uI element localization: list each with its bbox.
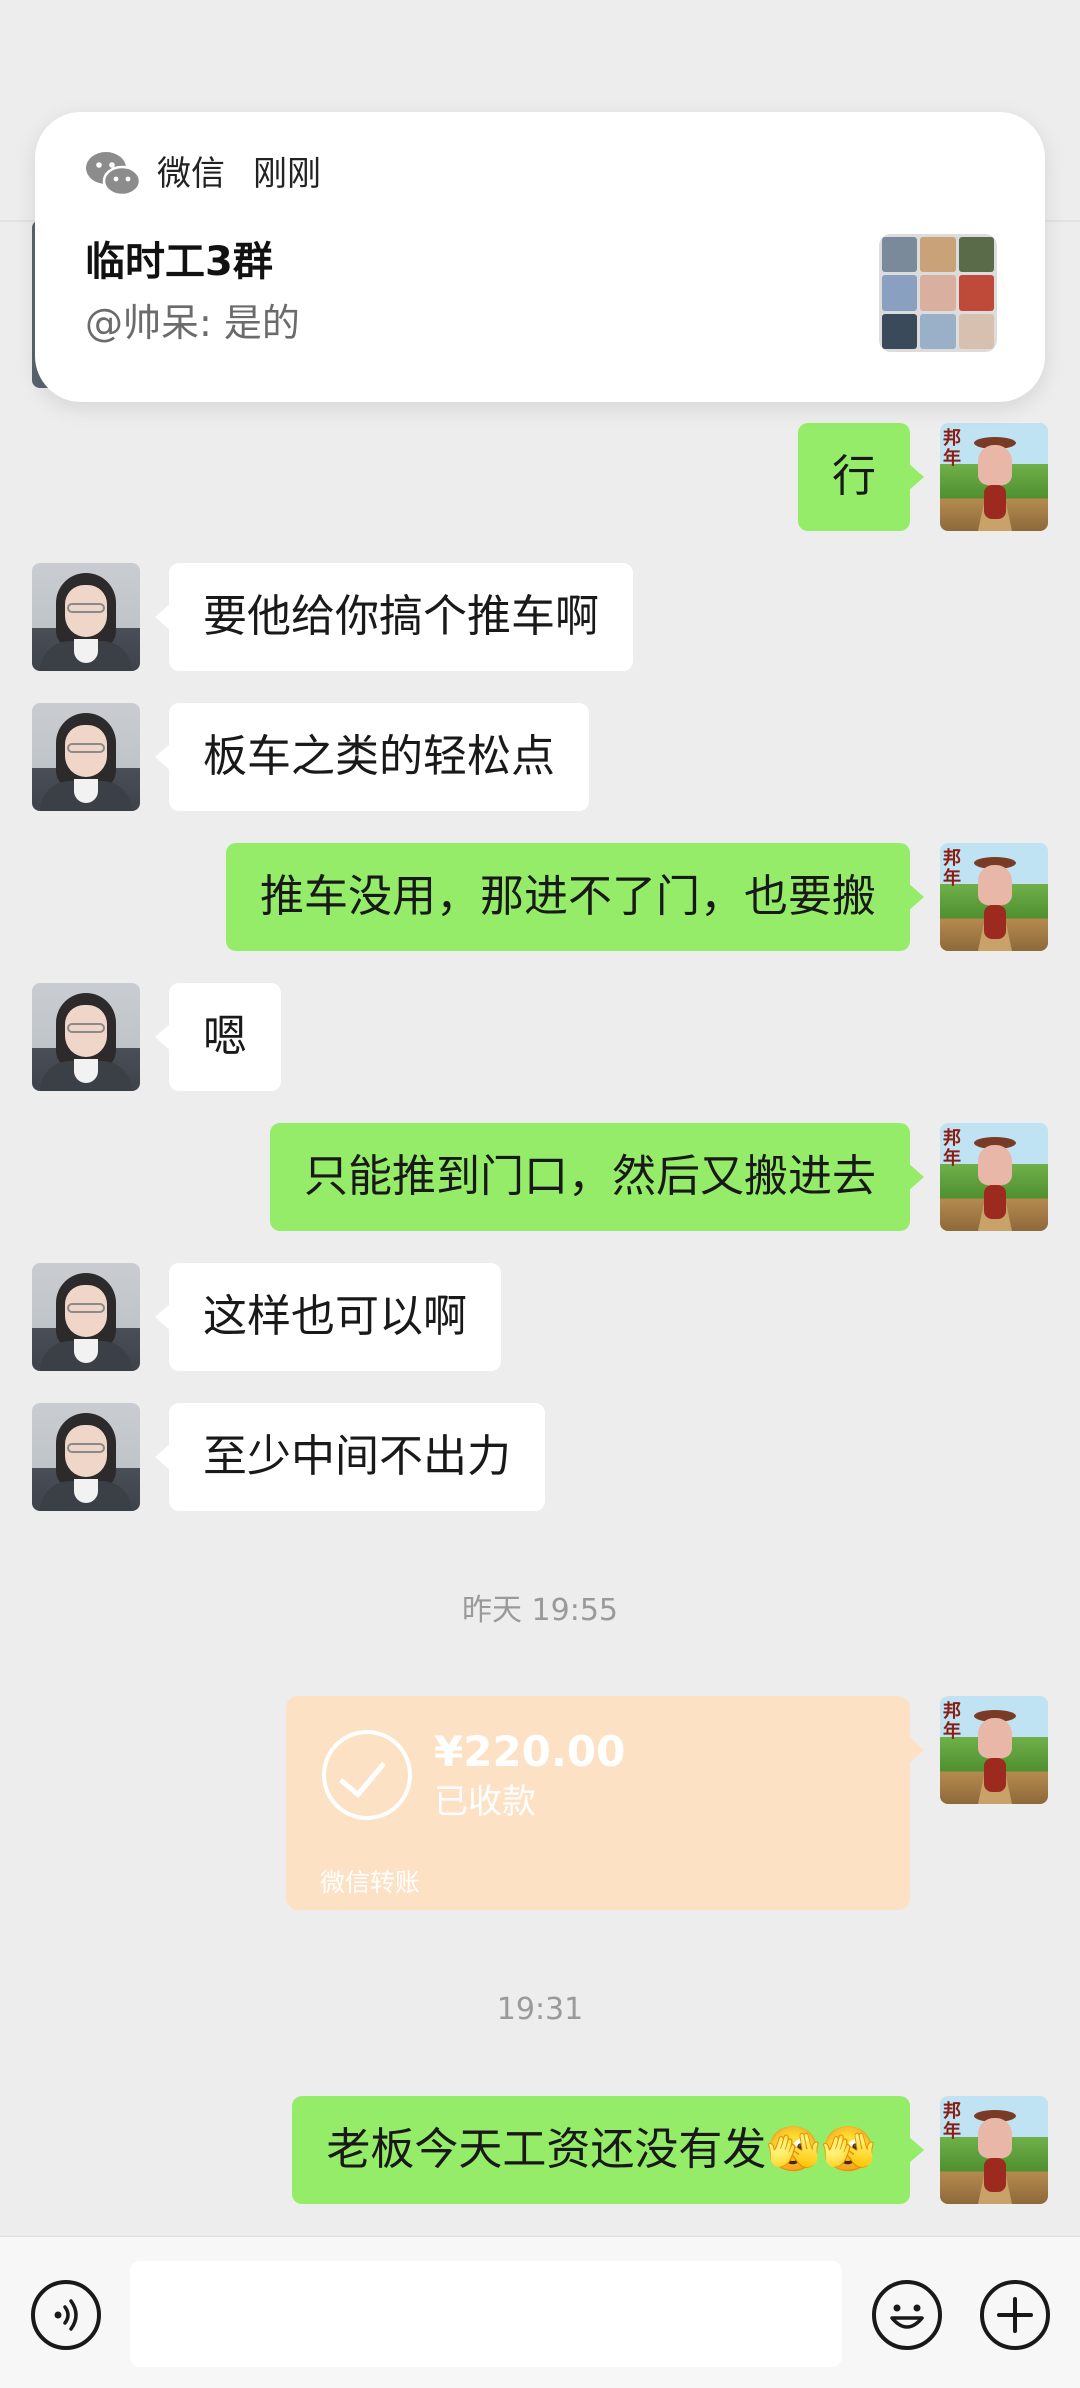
avatar[interactable] [32, 1403, 140, 1511]
message-bubble-received[interactable]: 板车之类的轻松点 [155, 703, 589, 811]
message-bubble-received[interactable]: 要他给你搞个推车啊 [155, 563, 633, 671]
notification-title: 临时工3群 [85, 239, 273, 285]
message-row: 只能推到门口，然后又搬进去 邦年 [0, 1123, 1080, 1231]
message-row: 行 邦年 [0, 423, 1080, 531]
notification-banner[interactable]: 微信 刚刚 临时工3群 @帅呆: 是的 [35, 112, 1045, 402]
avatar-badge-text: 邦年 [943, 2101, 961, 2142]
message-row: 至少中间不出力 [0, 1403, 1080, 1511]
avatar-badge-text: 邦年 [943, 848, 961, 889]
message-bubble-sent[interactable]: 老板今天工资还没有发🫣🫣 [292, 2096, 924, 2204]
wechat-icon [86, 152, 141, 197]
message-bubble-received[interactable]: 嗯 [155, 983, 281, 1091]
notification-app-name: 微信 [157, 154, 225, 194]
avatar[interactable] [32, 703, 140, 811]
message-row: 邦年 [0, 1696, 1080, 1804]
group-avatar [879, 234, 997, 352]
avatar[interactable]: 邦年 [940, 843, 1048, 951]
avatar[interactable]: 邦年 [940, 2096, 1048, 2204]
message-bubble-sent[interactable]: 推车没用，那进不了门，也要搬 [226, 843, 924, 951]
message-row: 老板今天工资还没有发🫣🫣 邦年 [0, 2096, 1080, 2204]
message-bubble-sent[interactable]: 只能推到门口，然后又搬进去 [270, 1123, 924, 1231]
notification-body: @帅呆: 是的 [85, 301, 300, 345]
avatar[interactable]: 邦年 [940, 1123, 1048, 1231]
notification-time: 刚刚 [253, 154, 321, 194]
message-row: 这样也可以啊 [0, 1263, 1080, 1371]
input-bar [0, 2236, 1080, 2388]
message-row: 嗯 [0, 983, 1080, 1091]
emoji-icon[interactable] [872, 2280, 942, 2350]
avatar[interactable] [32, 983, 140, 1091]
avatar[interactable] [32, 563, 140, 671]
avatar[interactable]: 邦年 [940, 1696, 1048, 1804]
message-row: 板车之类的轻松点 [0, 703, 1080, 811]
avatar[interactable] [32, 1263, 140, 1371]
message-bubble-sent[interactable]: 行 [798, 423, 924, 531]
avatar[interactable]: 邦年 [940, 423, 1048, 531]
message-input[interactable] [130, 2261, 842, 2367]
message-row: 推车没用，那进不了门，也要搬 邦年 [0, 843, 1080, 951]
plus-icon[interactable] [980, 2280, 1050, 2350]
avatar-badge-text: 邦年 [943, 1128, 961, 1169]
message-row: 要他给你搞个推车啊 [0, 563, 1080, 671]
avatar-badge-text: 邦年 [943, 1701, 961, 1742]
transfer-footer: 微信转账 [320, 1868, 421, 1897]
message-bubble-received[interactable]: 这样也可以啊 [155, 1263, 501, 1371]
timestamp: 昨天 19:55 [462, 1593, 618, 1628]
voice-icon[interactable] [31, 2280, 101, 2350]
avatar-badge-text: 邦年 [943, 428, 961, 469]
timestamp: 19:31 [496, 1992, 584, 2027]
message-bubble-received[interactable]: 至少中间不出力 [155, 1403, 545, 1511]
